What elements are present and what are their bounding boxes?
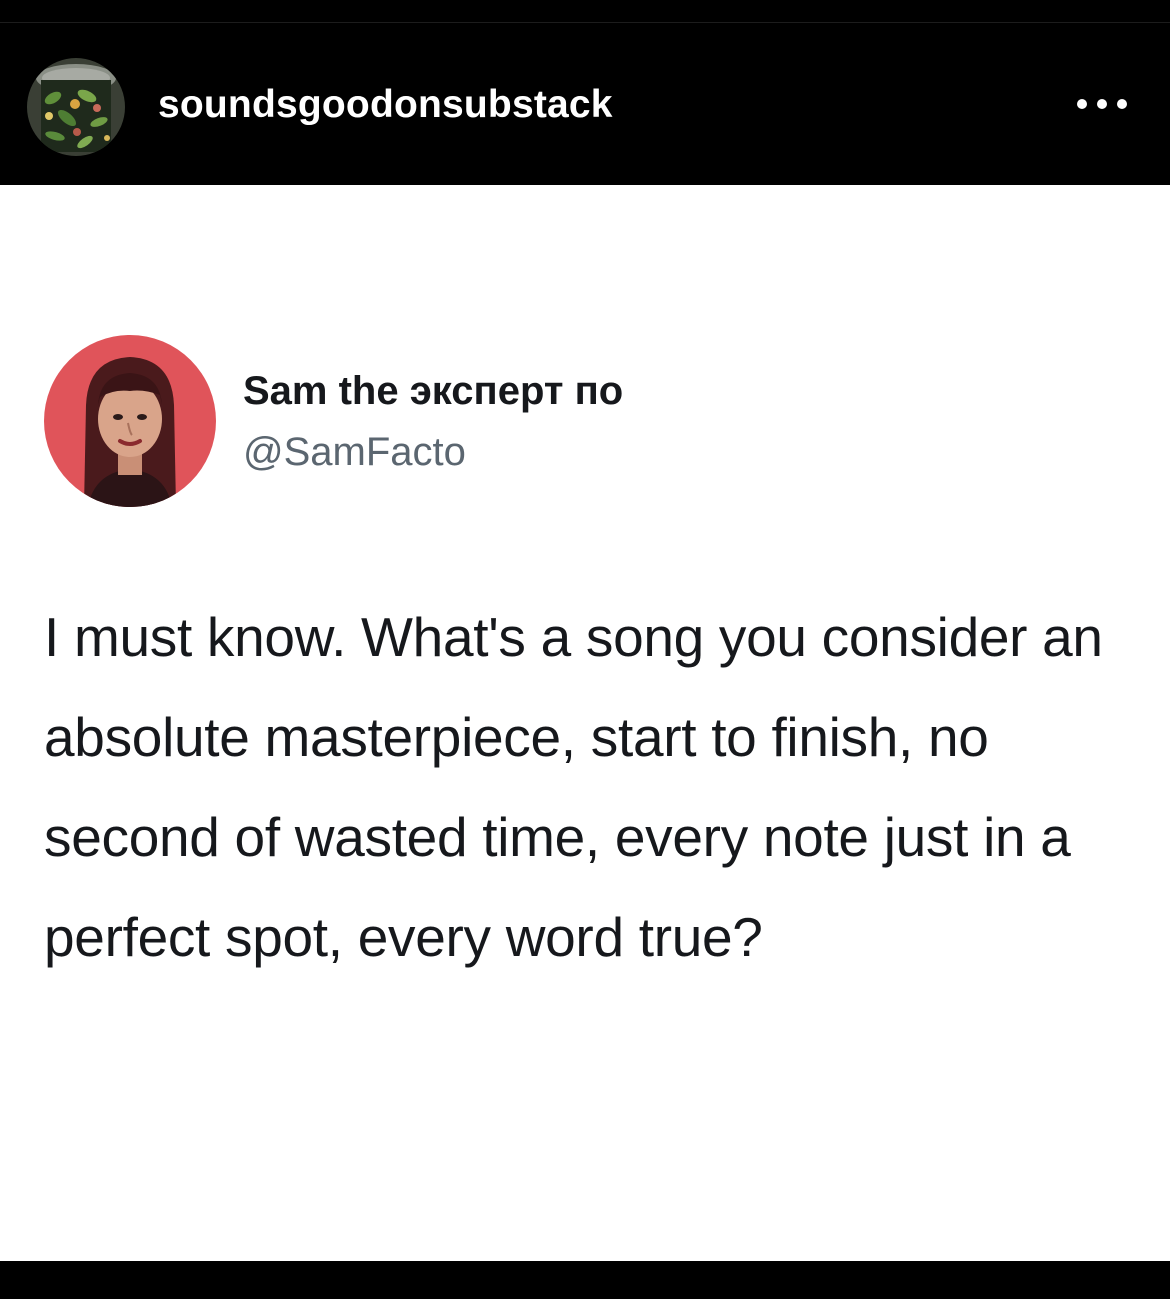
tweet-text: I must know. What's a song you consider … <box>44 606 1103 968</box>
more-options-button[interactable] <box>1066 79 1138 129</box>
portrait-avatar-image <box>44 335 216 507</box>
post-image: Sam the эксперт по @SamFacto I must know… <box>0 185 1170 1261</box>
tweet-author-avatar <box>44 335 216 507</box>
status-strip <box>0 0 1170 23</box>
tweet-display-name: Sam the эксперт по <box>243 369 624 413</box>
bottom-strip <box>0 1261 1170 1299</box>
more-horizontal-icon <box>1077 99 1127 109</box>
floral-pattern-avatar-image <box>27 58 125 156</box>
post-header: soundsgoodonsubstack <box>0 23 1170 185</box>
account-username[interactable]: soundsgoodonsubstack <box>158 81 613 129</box>
tweet-handle: @SamFacto <box>243 430 466 474</box>
account-avatar[interactable] <box>27 58 125 156</box>
